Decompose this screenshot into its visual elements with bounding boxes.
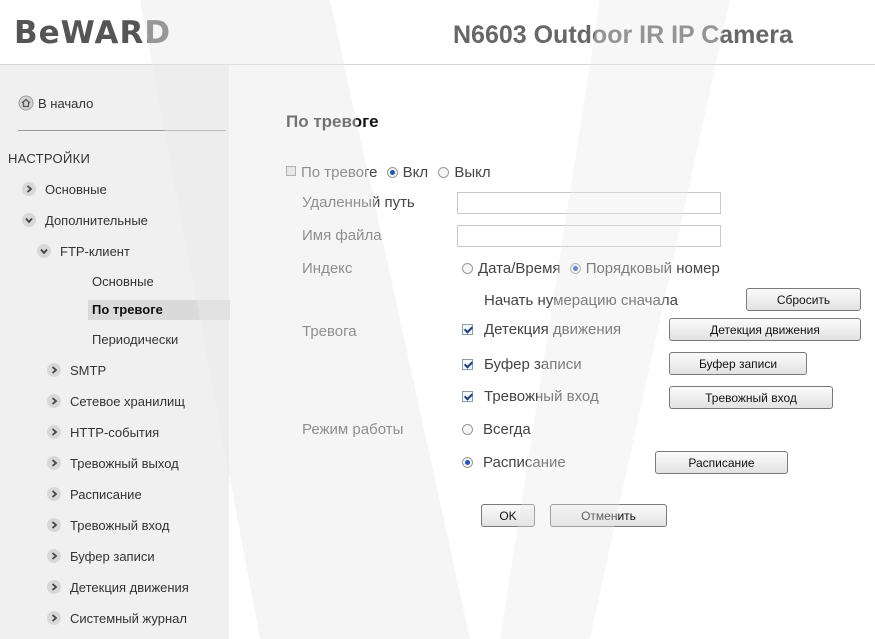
- mode-always-label: Всегда: [483, 421, 531, 438]
- chevron-right-icon: [22, 182, 36, 196]
- filename-input[interactable]: [457, 225, 721, 247]
- sidebar-item-nas[interactable]: Сетевое хранилищ: [47, 391, 227, 411]
- chevron-right-icon: [47, 363, 61, 377]
- trigger-input-label: Тревожный вход: [484, 388, 599, 405]
- trigger-buffer-row: Буфер записи: [462, 356, 582, 374]
- alarm-label: По тревоге: [301, 164, 378, 181]
- record-buffer-button[interactable]: Буфер записи: [669, 352, 807, 375]
- sidebar-item-motion-detection[interactable]: Детекция движения: [47, 577, 227, 597]
- filename-label: Имя файла: [302, 227, 382, 244]
- index-options: Дата/Время Порядковый номер: [462, 260, 720, 278]
- sidebar-item-label: Тревожный выход: [70, 455, 179, 471]
- sidebar-subitem-ftp-basic[interactable]: Основные: [92, 272, 154, 292]
- alarm-on-radio[interactable]: [386, 167, 398, 178]
- mode-always-row: Всегда: [462, 421, 531, 439]
- trigger-buffer-label: Буфер записи: [484, 356, 582, 373]
- sidebar-item-label: Расписание: [70, 486, 142, 502]
- chevron-right-icon: [47, 487, 61, 501]
- sidebar-item-label: Тревожный вход: [70, 517, 170, 533]
- mode-schedule-radio[interactable]: [462, 457, 473, 468]
- sidebar-item-label: Сетевое хранилищ: [70, 393, 186, 409]
- sidebar-item-label: HTTP-события: [70, 424, 160, 440]
- sidebar-item-label: Основные: [45, 181, 107, 197]
- trigger-input-row: Тревожный вход: [462, 388, 599, 406]
- brand-logo: BeWARD: [14, 15, 172, 51]
- page-title: По тревоге: [286, 112, 379, 131]
- sidebar-item-system-log[interactable]: Системный журнал: [47, 608, 227, 628]
- remote-path-label: Удаленный путь: [302, 194, 415, 211]
- alarm-input-button[interactable]: Тревожный вход: [669, 386, 833, 409]
- home-label: В начало: [38, 95, 94, 111]
- trigger-input-checkbox[interactable]: [462, 391, 473, 402]
- motion-detection-button[interactable]: Детекция движения: [669, 318, 861, 341]
- sidebar-item-label: SMTP: [70, 362, 107, 378]
- bullet-square-icon: [286, 166, 296, 176]
- index-sequence-label: Порядковый номер: [585, 260, 720, 277]
- home-icon: [18, 95, 34, 111]
- mode-always-radio[interactable]: [462, 424, 473, 435]
- mode-schedule-label: Расписание: [483, 454, 566, 471]
- sidebar-item-http-events[interactable]: HTTP-события: [47, 422, 159, 442]
- schedule-button[interactable]: Расписание: [655, 451, 788, 474]
- alarm-off-label: Выкл: [454, 164, 491, 181]
- sidebar-item-ftp-client[interactable]: FTP-клиент: [37, 241, 130, 261]
- chevron-down-icon: [37, 244, 51, 258]
- sidebar-item-label: Детекция движения: [70, 579, 189, 595]
- ok-button[interactable]: OK: [481, 504, 535, 527]
- chevron-right-icon: [47, 425, 61, 439]
- cancel-button[interactable]: Отменить: [550, 504, 667, 527]
- alarm-on-label: Вкл: [402, 164, 429, 181]
- chevron-right-icon: [47, 456, 61, 470]
- alarm-toggle-row: По тревоге Вкл Выкл: [286, 164, 491, 182]
- sidebar-item-label: FTP-клиент: [60, 243, 130, 259]
- product-title: N6603 Outdoor IR IP Camera: [453, 21, 793, 49]
- remote-path-input[interactable]: [457, 192, 721, 214]
- index-datetime-radio[interactable]: [462, 263, 473, 274]
- chevron-right-icon: [47, 611, 61, 625]
- chevron-right-icon: [47, 394, 61, 408]
- sidebar-item-label: Системный журнал: [70, 610, 187, 626]
- sidebar-subitem-ftp-alarm[interactable]: По тревоге: [88, 300, 230, 320]
- trigger-motion-row: Детекция движения: [462, 321, 621, 339]
- sidebar-item-alarm-input[interactable]: Тревожный вход: [47, 515, 169, 535]
- sidebar-item-label: Буфер записи: [70, 548, 155, 564]
- sidebar-subitem-ftp-periodic[interactable]: Периодически: [92, 330, 178, 350]
- chevron-down-icon: [22, 213, 36, 227]
- chevron-right-icon: [47, 518, 61, 532]
- settings-section-title: НАСТРОЙКИ: [8, 151, 91, 166]
- home-link[interactable]: В начало: [18, 95, 93, 111]
- trigger-motion-label: Детекция движения: [484, 321, 622, 338]
- reset-button[interactable]: Сбросить: [746, 288, 861, 311]
- mode-schedule-row: Расписание: [462, 454, 566, 472]
- mode-label: Режим работы: [302, 421, 404, 438]
- sidebar-item-label: Дополнительные: [45, 212, 148, 228]
- header-bar: BeWARD N6603 Outdoor IR IP Camera: [0, 0, 875, 65]
- sidebar-item-alarm-output[interactable]: Тревожный выход: [47, 453, 227, 473]
- index-label: Индекс: [302, 260, 353, 277]
- restart-numbering-label: Начать нумерацию сначала: [484, 292, 678, 309]
- sidebar-item-advanced[interactable]: Дополнительные: [22, 210, 148, 230]
- index-sequence-radio[interactable]: [569, 263, 581, 274]
- trigger-label: Тревога: [302, 323, 357, 340]
- index-datetime-label: Дата/Время: [478, 260, 561, 277]
- trigger-buffer-checkbox[interactable]: [462, 359, 473, 370]
- chevron-right-icon: [47, 580, 61, 594]
- sidebar-item-smtp[interactable]: SMTP: [47, 360, 106, 380]
- chevron-right-icon: [47, 549, 61, 563]
- sidebar-item-basic[interactable]: Основные: [22, 179, 107, 199]
- trigger-motion-checkbox[interactable]: [462, 324, 473, 335]
- sidebar-item-record-buffer[interactable]: Буфер записи: [47, 546, 155, 566]
- sidebar-item-schedule[interactable]: Расписание: [47, 484, 142, 504]
- sidebar-divider: [18, 130, 226, 131]
- alarm-off-radio[interactable]: [438, 167, 450, 178]
